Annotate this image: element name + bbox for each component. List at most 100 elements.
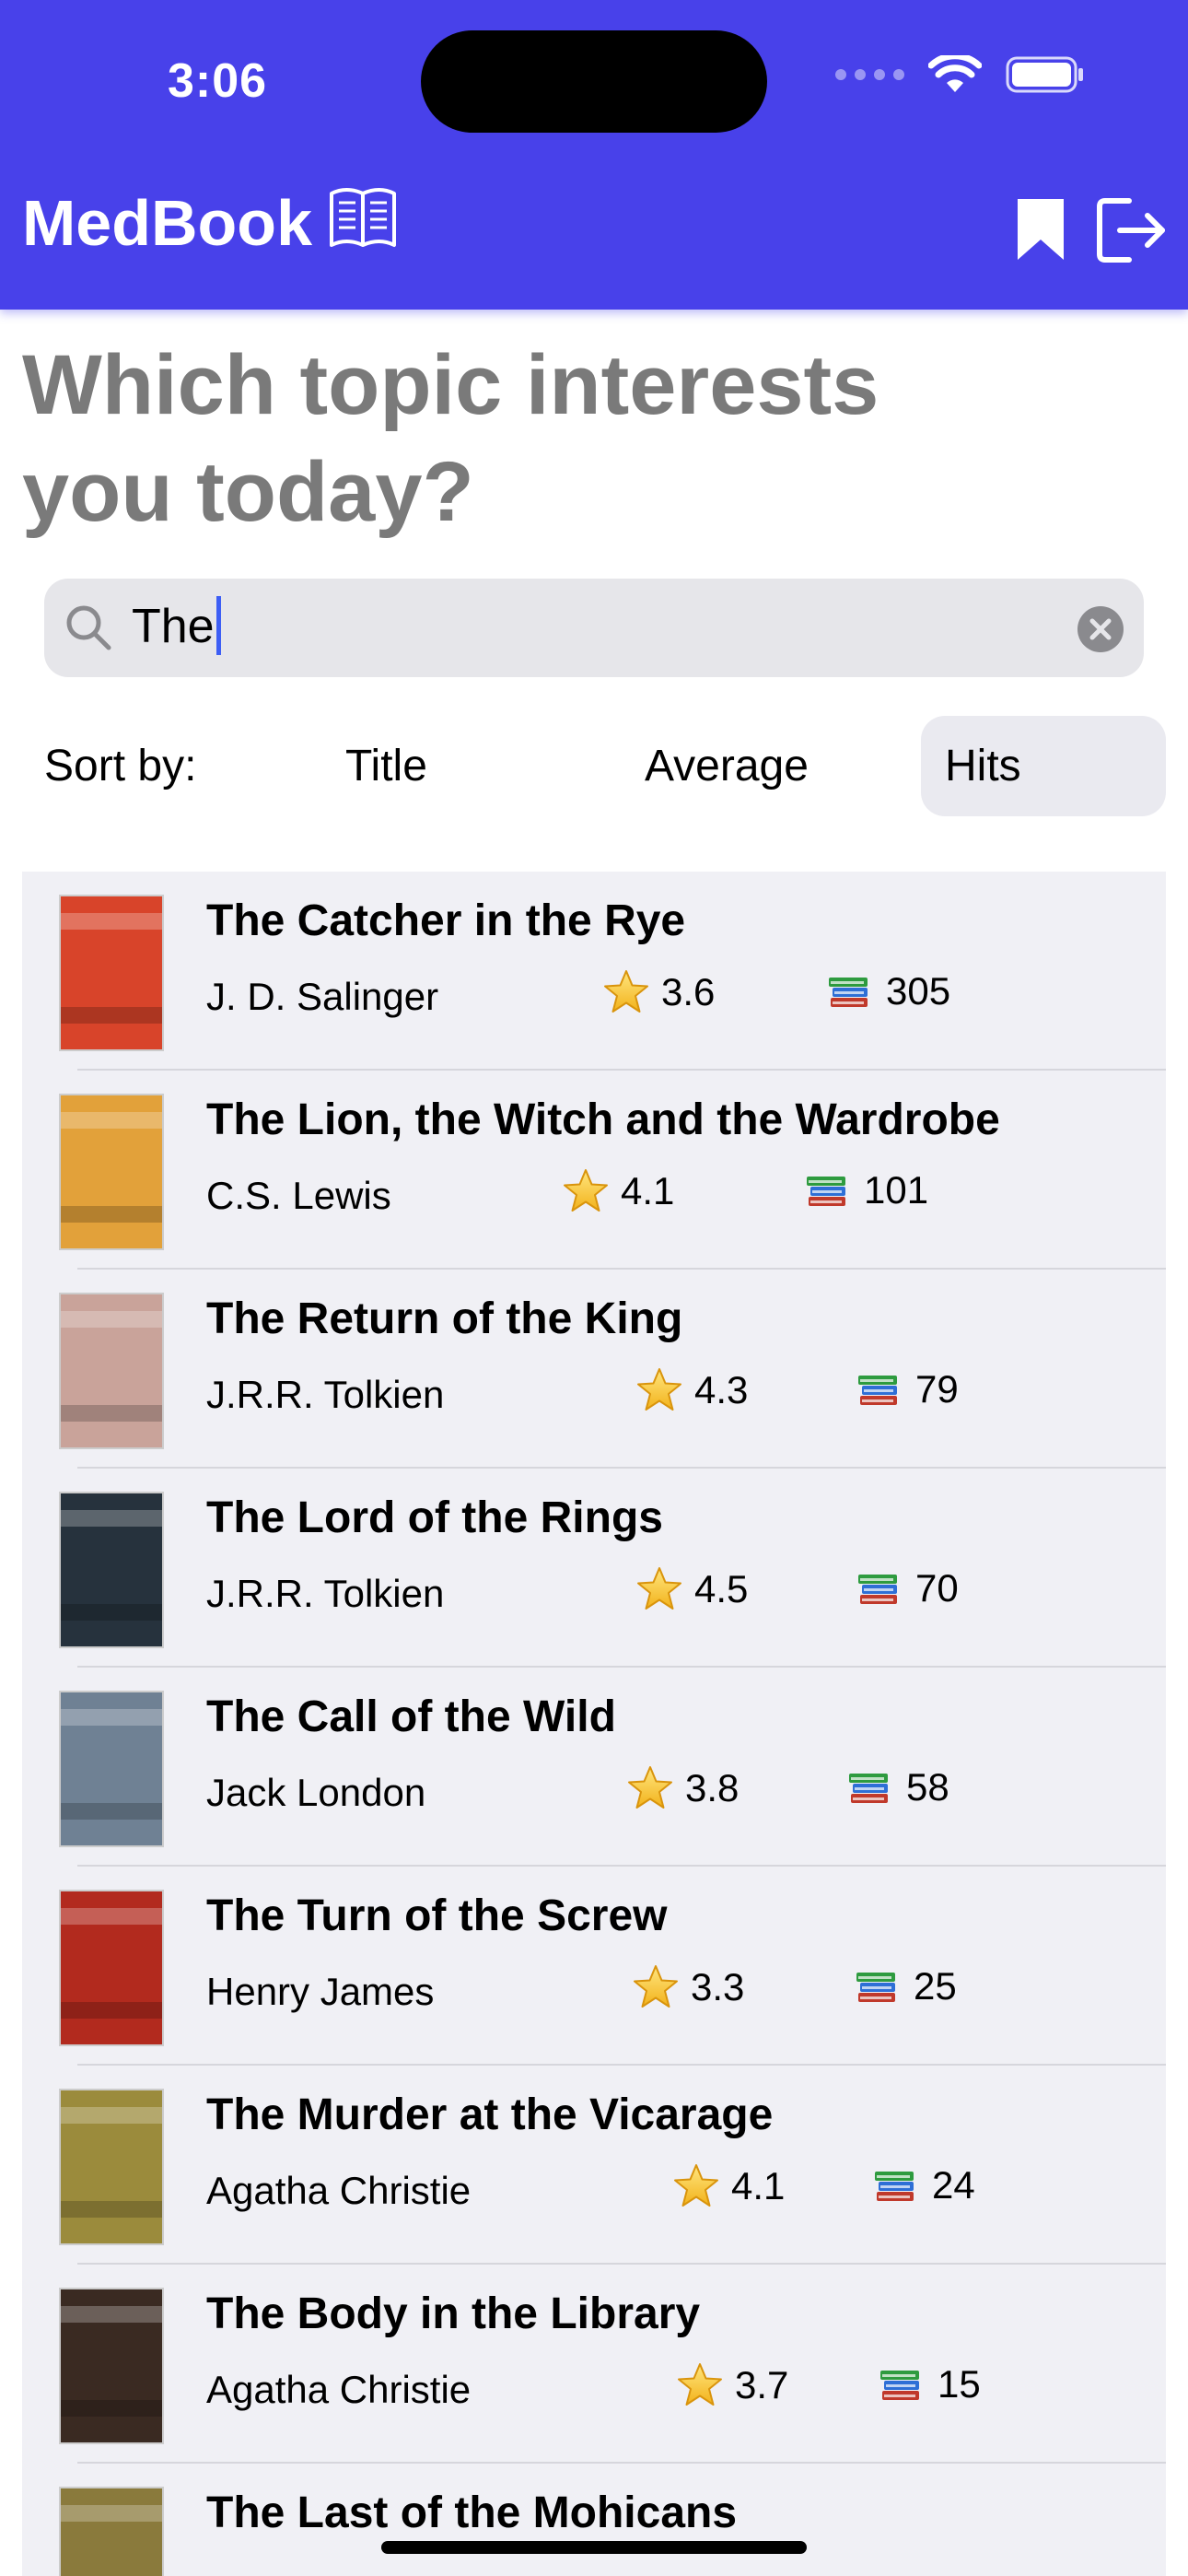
rating-value: 3.6 (661, 970, 716, 1013)
rating-value: 3.8 (685, 1766, 740, 1809)
book-author: J. D. Salinger (206, 975, 439, 1018)
rating-value: 4.1 (621, 1169, 675, 1212)
hits-value: 25 (914, 1964, 957, 2008)
book-rating: 3.6 (602, 969, 715, 1015)
rating-value: 4.5 (694, 1567, 749, 1610)
books-stack-icon (856, 1368, 903, 1411)
book-row[interactable]: The Turn of the Screw Henry James 3.3 25 (22, 1867, 1166, 2066)
book-cover-image (59, 2288, 164, 2444)
book-cover-image (59, 895, 164, 1051)
book-hits: 15 (879, 2362, 981, 2406)
book-title: The Catcher in the Rye (206, 896, 686, 945)
book-title: The Last of the Mohicans (206, 2488, 738, 2537)
book-row[interactable]: The Body in the Library Agatha Christie 3.… (22, 2265, 1166, 2464)
book-cover-image (59, 2089, 164, 2245)
open-book-icon (330, 188, 396, 247)
rating-value: 4.3 (694, 1368, 749, 1411)
star-icon (635, 1367, 683, 1413)
book-cover-image (59, 1691, 164, 1847)
book-hits: 79 (856, 1367, 959, 1411)
star-icon (602, 969, 650, 1015)
bookmark-icon[interactable] (1014, 195, 1067, 263)
book-author: J.R.R. Tolkien (206, 1373, 445, 1416)
search-input-value: The (132, 600, 215, 653)
book-rating: 3.7 (676, 2362, 788, 2408)
logout-icon[interactable] (1096, 195, 1168, 265)
book-hits: 58 (847, 1765, 949, 1809)
sort-option-hits[interactable]: Hits (945, 741, 1021, 791)
star-icon (562, 1168, 610, 1214)
book-rating: 4.1 (562, 1168, 674, 1214)
book-title: The Return of the King (206, 1294, 683, 1343)
book-cover-image (59, 1492, 164, 1648)
status-icons (835, 55, 1085, 94)
book-title: The Murder at the Vicarage (206, 2090, 774, 2139)
star-icon (672, 2163, 720, 2209)
book-row[interactable]: The Lion, the Witch and the Wardrobe C.S.… (22, 1071, 1166, 1270)
search-icon (66, 605, 111, 650)
sort-option-average[interactable]: Average (645, 741, 809, 791)
star-icon (626, 1765, 674, 1811)
hits-value: 305 (886, 969, 951, 1013)
rating-value: 3.3 (691, 1965, 745, 2008)
book-rating: 3.8 (626, 1765, 739, 1811)
book-rating: 4.3 (635, 1367, 748, 1413)
book-cover-image (59, 1293, 164, 1449)
book-row[interactable]: The Call of the Wild Jack London 3.8 58 (22, 1668, 1166, 1867)
status-time: 3:06 (168, 54, 268, 108)
book-hits: 70 (856, 1566, 959, 1610)
sort-label: Sort by: (44, 742, 197, 790)
book-row[interactable]: The Return of the King J.R.R. Tolkien 4.3 7… (22, 1270, 1166, 1469)
wifi-icon (928, 55, 982, 92)
battery-icon (1006, 56, 1083, 93)
hits-value: 101 (864, 1168, 929, 1212)
book-author: Agatha Christie (206, 2368, 472, 2411)
search-bar[interactable]: The (44, 579, 1144, 677)
hits-value: 24 (932, 2163, 975, 2207)
books-stack-icon (855, 1965, 901, 2008)
dynamic-island (421, 30, 767, 133)
book-hits: 305 (827, 969, 950, 1013)
sort-option-title[interactable]: Title (345, 741, 427, 791)
hits-value: 58 (906, 1765, 949, 1809)
star-icon (676, 2362, 724, 2408)
book-title: The Lion, the Witch and the Wardrobe (206, 1095, 1000, 1144)
book-title: The Call of the Wild (206, 1692, 616, 1741)
book-author: J.R.R. Tolkien (206, 1572, 445, 1615)
book-list[interactable]: The Catcher in the Rye J. D. Salinger 3.6 3… (22, 872, 1166, 2576)
rating-value: 4.1 (731, 2164, 786, 2207)
book-author: Henry James (206, 1970, 435, 2013)
book-cover-image (59, 2487, 164, 2576)
app-title: MedBook (22, 187, 312, 259)
book-author: C.S. Lewis (206, 1174, 391, 1217)
books-stack-icon (856, 1567, 903, 1610)
book-row[interactable]: The Last of the Mohicans (22, 2464, 1166, 2576)
book-author: Jack London (206, 1771, 426, 1814)
book-row[interactable]: The Lord of the Rings J.R.R. Tolkien 4.5 70 (22, 1469, 1166, 1668)
star-icon (632, 1964, 680, 2010)
book-title: The Body in the Library (206, 2289, 701, 2338)
book-cover-image (59, 1890, 164, 2046)
star-icon (635, 1566, 683, 1612)
books-stack-icon (827, 970, 873, 1013)
books-stack-icon (847, 1766, 893, 1809)
books-stack-icon (805, 1169, 851, 1212)
hits-value: 79 (915, 1367, 959, 1411)
search-input[interactable]: The (132, 596, 221, 656)
books-stack-icon (873, 2164, 919, 2207)
home-indicator[interactable] (381, 2541, 807, 2554)
rating-value: 3.7 (735, 2363, 789, 2406)
book-cover-image (59, 1094, 164, 1250)
book-title: The Turn of the Screw (206, 1891, 668, 1940)
book-author: Agatha Christie (206, 2169, 472, 2212)
book-hits: 25 (855, 1964, 957, 2008)
hits-value: 70 (915, 1566, 959, 1610)
books-stack-icon (879, 2363, 925, 2406)
book-row[interactable]: The Catcher in the Rye J. D. Salinger 3.6 3… (22, 872, 1166, 1071)
text-cursor (215, 596, 221, 656)
cellular-signal-icon (835, 69, 904, 80)
book-row[interactable]: The Murder at the Vicarage Agatha Christi… (22, 2066, 1166, 2265)
clear-search-icon[interactable] (1077, 606, 1124, 652)
page-heading: Which topic interests you today? (22, 338, 879, 539)
book-hits: 24 (873, 2163, 975, 2207)
